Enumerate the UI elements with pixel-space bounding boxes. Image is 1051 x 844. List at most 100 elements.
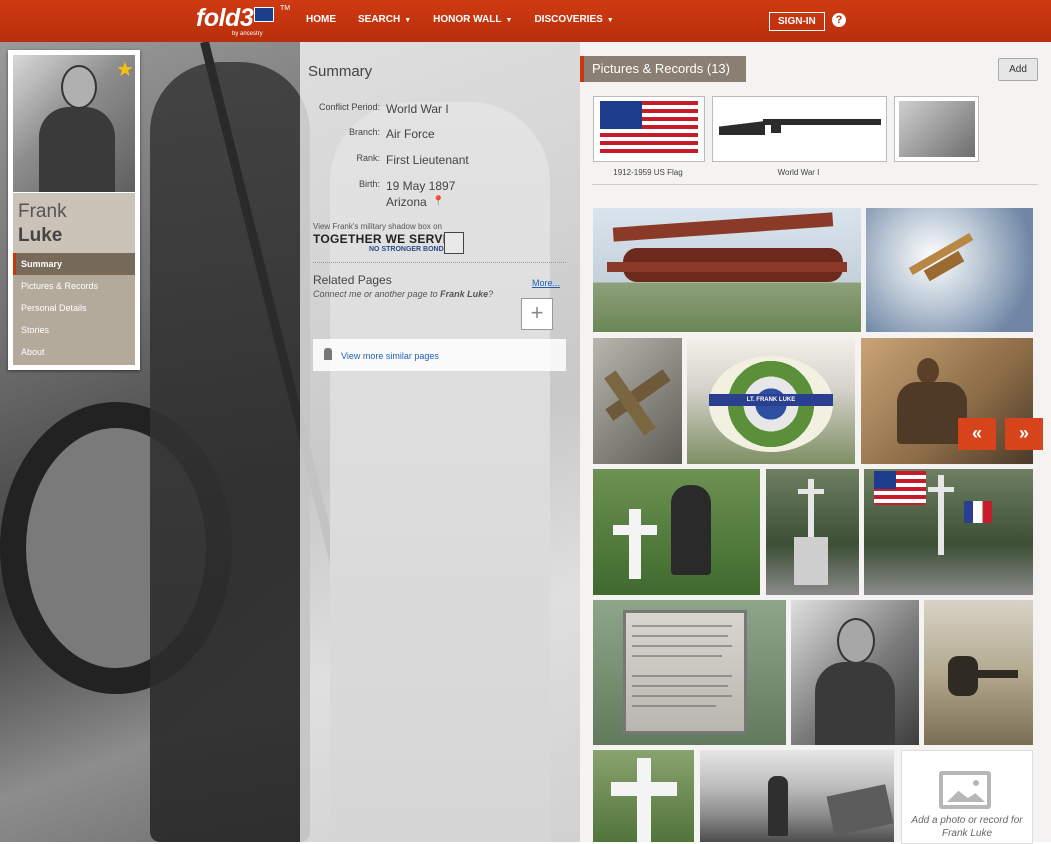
plaque-text-line	[632, 635, 728, 637]
logo-trademark: TM	[280, 5, 291, 12]
gallery-photo-headstone[interactable]	[593, 750, 694, 842]
top-nav-bar: fold3 TM by ancestry HOME SEARCH ▼ HONOR …	[0, 0, 1051, 43]
profile-nav-personal-details[interactable]: Personal Details	[13, 297, 135, 319]
nav-search-label: SEARCH	[358, 14, 401, 25]
profile-nav-pictures-records[interactable]: Pictures & Records	[13, 275, 135, 297]
flag-canton	[600, 101, 642, 129]
logo-subtitle: by ancestry	[232, 31, 263, 37]
profile-nav-summary[interactable]: Summary	[13, 253, 135, 275]
person-icon	[324, 348, 332, 360]
flag-image	[600, 101, 698, 153]
nav-home[interactable]: HOME	[306, 14, 336, 25]
gallery-photo-model-plane[interactable]	[593, 338, 682, 464]
rifle-bolt-shape	[771, 125, 781, 133]
related-sub-name: Frank Luke	[440, 289, 489, 299]
summary-label: Rank:	[356, 153, 380, 163]
nav-honor-wall-label: HONOR WALL	[433, 14, 502, 25]
gallery-photo-memorial-plaque[interactable]	[593, 600, 786, 745]
twsb-tagline: NO STRONGER BOND	[369, 246, 444, 253]
carousel-next-button[interactable]: »	[1005, 418, 1043, 450]
thumb-record-photo[interactable]	[894, 96, 979, 162]
gallery-photo-machine-gun[interactable]	[924, 600, 1033, 745]
plaque-text-line	[632, 625, 732, 627]
profile-nav-stories[interactable]: Stories	[13, 319, 135, 341]
summary-label: Birth:	[358, 179, 380, 189]
plaque-text-line	[632, 685, 728, 687]
similar-pages-box: View more similar pages	[313, 339, 566, 371]
thumb-us-flag[interactable]	[593, 96, 705, 162]
cross-shape	[629, 509, 641, 579]
visitor-shape	[671, 485, 711, 575]
logo-flag-icon	[254, 7, 274, 22]
gallery-photo-biplane-clouds[interactable]	[866, 208, 1033, 332]
divider	[592, 184, 1038, 185]
more-link[interactable]: More...	[532, 278, 560, 288]
cross-shape	[611, 782, 677, 796]
gallery-photo-crash-site[interactable]	[700, 750, 894, 842]
monument-base-shape	[794, 537, 828, 585]
plaque-text-line	[632, 695, 732, 697]
view-similar-pages-link[interactable]: View more similar pages	[341, 351, 439, 361]
thumb-caption: World War I	[777, 168, 820, 177]
summary-value: 19 May 1897	[386, 179, 456, 193]
map-pin-icon[interactable]: 📍	[432, 196, 444, 207]
summary-value: World War I	[386, 102, 449, 116]
plaque-text-line	[632, 655, 722, 657]
cross-shape	[613, 525, 657, 535]
help-icon[interactable]: ?	[832, 13, 846, 27]
add-photo-name: Frank Luke	[941, 828, 993, 839]
twsb-logo-text: TOGETHER WE SERVED	[313, 232, 460, 246]
bg-soldier-shape	[150, 62, 310, 842]
birth-place: Arizona	[386, 195, 427, 209]
thumb-ww1-rifle[interactable]	[712, 96, 887, 162]
aviator-head-shape	[917, 358, 939, 384]
aviator-body-shape	[897, 382, 967, 444]
pictures-records-header: Pictures & Records (13)	[580, 56, 746, 82]
image-placeholder-icon	[939, 771, 991, 809]
gallery-photo-monument[interactable]	[766, 469, 859, 595]
cross-shape	[928, 487, 954, 492]
portrait-body-shape	[39, 107, 115, 192]
twsb-badge-icon	[444, 232, 464, 254]
image-icon-sun	[973, 780, 979, 786]
gallery-photo-memorial-wreath[interactable]: LT. FRANK LUKE	[687, 338, 855, 464]
french-flag-shape	[964, 501, 992, 523]
carousel-prev-button[interactable]: «	[958, 418, 996, 450]
profile-card: ★ Frank Luke Summary Pictures & Records …	[8, 50, 140, 370]
fold3-logo[interactable]: fold3 TM by ancestry	[196, 4, 290, 37]
shadowbox-text: View Frank's military shadow box on	[313, 222, 442, 231]
plaque-text-line	[632, 705, 716, 707]
gallery-photo-pilot-portrait[interactable]	[791, 600, 919, 745]
profile-nav-about[interactable]: About	[13, 341, 135, 363]
gallery-photo-flags-monument[interactable]	[864, 469, 1033, 595]
profile-name: Frank Luke	[13, 193, 135, 253]
summary-label: Branch:	[348, 127, 380, 137]
chevron-down-icon: ▼	[606, 17, 614, 24]
first-name: Frank	[18, 201, 67, 222]
pilot-body-shape	[815, 662, 895, 745]
cross-shape	[798, 489, 824, 494]
pictures-records-panel: Pictures & Records (13) Add 1912-1959 US…	[580, 42, 1051, 844]
plane-wing-shape	[612, 212, 834, 242]
record-photo-image	[899, 101, 975, 157]
related-sub-suffix: ?	[488, 289, 494, 299]
add-related-page-button[interactable]: +	[521, 298, 553, 330]
gallery-photo-spad-biplane[interactable]	[593, 208, 861, 332]
nav-search[interactable]: SEARCH ▼	[358, 14, 411, 25]
summary-value: First Lieutenant	[386, 153, 469, 167]
wreath-banner: LT. FRANK LUKE	[709, 394, 833, 406]
gallery-photo-grave-visitor[interactable]	[593, 469, 760, 595]
divider	[313, 262, 566, 263]
add-photo-tile[interactable]: Add a photo or record for Frank Luke	[901, 750, 1033, 844]
sign-in-button[interactable]: SIGN-IN	[769, 12, 825, 31]
nav-discoveries[interactable]: DISCOVERIES ▼	[534, 14, 613, 25]
related-pages-title: Related Pages	[313, 273, 392, 287]
profile-portrait[interactable]: ★	[13, 55, 135, 192]
together-we-served-link[interactable]: TOGETHER WE SERVED NO STRONGER BOND	[313, 232, 464, 256]
nav-honor-wall[interactable]: HONOR WALL ▼	[433, 14, 512, 25]
profile-nav: Summary Pictures & Records Personal Deta…	[13, 253, 135, 365]
add-button[interactable]: Add	[998, 58, 1038, 81]
nav-discoveries-label: DISCOVERIES	[534, 14, 603, 25]
plaque-text-line	[632, 675, 732, 677]
summary-title: Summary	[308, 63, 373, 80]
